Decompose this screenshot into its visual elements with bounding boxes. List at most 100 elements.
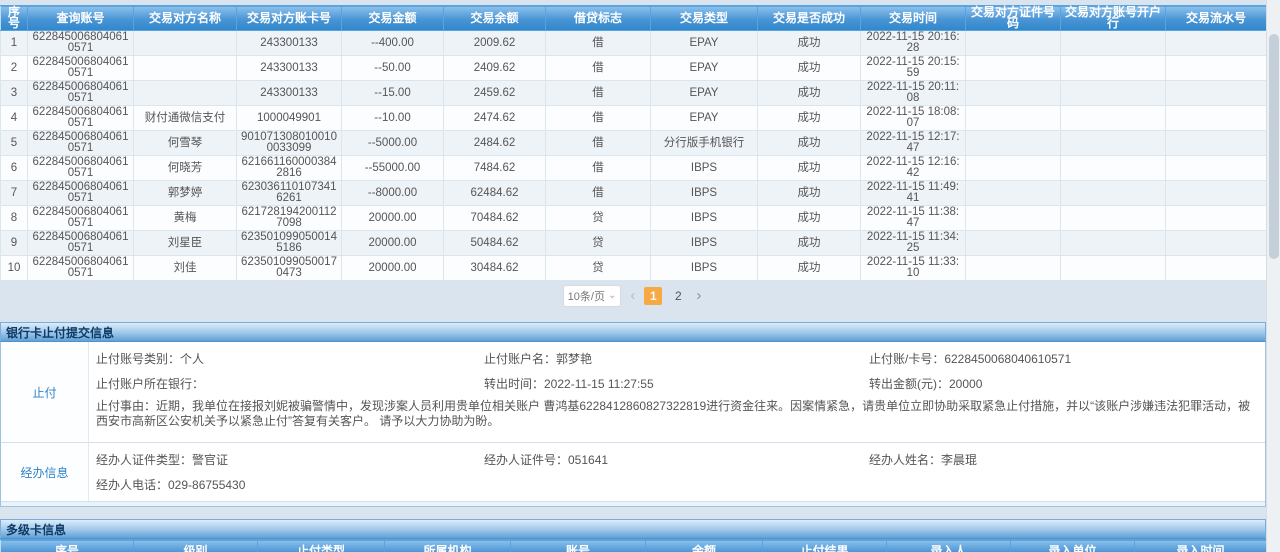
table-row[interactable]: 96228450068040610571刘星臣62350109905001451… (1, 231, 1267, 256)
multi-card-table: 序号级别止付类型所属机构账号余额止付结果录入人录入单位录入时间 1一级第三方止付… (0, 539, 1267, 552)
table-row[interactable]: 66228450068040610571何晓芳62166116000038428… (1, 156, 1267, 181)
column-header[interactable]: 余额 (646, 540, 763, 552)
table-cell: 9 (1, 231, 28, 256)
table-cell: IBPS (651, 156, 758, 181)
column-header[interactable]: 交易是否成功 (758, 6, 861, 31)
table-cell: 7 (1, 181, 28, 206)
table-cell: 郭梦婷 (134, 181, 237, 206)
table-row[interactable]: 26228450068040610571243300133--50.002409… (1, 56, 1267, 81)
prev-page-button[interactable]: ‹ (628, 289, 637, 303)
next-page-button[interactable]: › (694, 289, 703, 303)
table-cell: 6228450068040610571 (28, 256, 134, 281)
table-cell: 6235010990500145186 (237, 231, 342, 256)
column-header[interactable]: 交易时间 (861, 6, 966, 31)
table-row[interactable]: 46228450068040610571财付通微信支付1000049901--1… (1, 106, 1267, 131)
transactions-table: 序号查询账号交易对方名称交易对方账卡号交易金额交易余额借贷标志交易类型交易是否成… (0, 5, 1267, 281)
table-cell: 财付通微信支付 (134, 106, 237, 131)
column-header[interactable]: 录入人 (887, 540, 1011, 552)
table-cell: 7484.62 (444, 156, 546, 181)
stop-payment-panel-body: 止付 止付账号类别：个人止付账户名：郭梦艳止付账/卡号：622845006804… (0, 342, 1266, 507)
column-header[interactable]: 交易类型 (651, 6, 758, 31)
table-cell: 6 (1, 156, 28, 181)
table-cell (1166, 231, 1267, 256)
table-cell: --10.00 (342, 106, 444, 131)
table-cell: 分行版手机银行 (651, 131, 758, 156)
table-cell (1166, 106, 1267, 131)
table-cell: 20000.00 (342, 206, 444, 231)
column-header[interactable]: 级别 (134, 540, 258, 552)
table-cell: 1000049901 (237, 106, 342, 131)
vertical-scrollbar[interactable] (1266, 0, 1280, 552)
table-cell: 成功 (758, 56, 861, 81)
column-header[interactable]: 交易对方账号开户行 (1061, 6, 1166, 31)
table-cell: 6228450068040610571 (28, 156, 134, 181)
page-size-label: 10条/页 (568, 288, 605, 304)
stop-payment-fields-row2: 止付账户所在银行：转出时间：2022-11-15 11:27:55转出金额(元)… (96, 369, 1259, 394)
page-number-1[interactable]: 1 (644, 287, 662, 305)
column-header[interactable]: 所属机构 (385, 540, 511, 552)
form-field: 经办人姓名：李晨琨 (869, 451, 1259, 468)
table-cell: 62484.62 (444, 181, 546, 206)
table-cell (1166, 181, 1267, 206)
table-row[interactable]: 36228450068040610571243300133--15.002459… (1, 81, 1267, 106)
table-cell: 10 (1, 256, 28, 281)
column-header[interactable]: 录入时间 (1135, 540, 1267, 552)
table-cell: 6228450068040610571 (28, 81, 134, 106)
table-cell: 2459.62 (444, 81, 546, 106)
table-cell: 6228450068040610571 (28, 206, 134, 231)
table-cell (134, 81, 237, 106)
column-header[interactable]: 止付类型 (258, 540, 385, 552)
column-header[interactable]: 止付结果 (763, 540, 887, 552)
table-cell: IBPS (651, 181, 758, 206)
column-header[interactable]: 查询账号 (28, 6, 134, 31)
table-cell: 刘佳 (134, 256, 237, 281)
page-number-2[interactable]: 2 (669, 287, 687, 305)
column-header[interactable]: 交易余额 (444, 6, 546, 31)
table-cell: 成功 (758, 181, 861, 206)
table-cell: 2409.62 (444, 56, 546, 81)
table-cell (1166, 156, 1267, 181)
table-row[interactable]: 56228450068040610571何雪琴90107130801001000… (1, 131, 1267, 156)
column-header[interactable]: 借贷标志 (546, 6, 651, 31)
column-header[interactable]: 序号 (1, 6, 28, 31)
table-cell: 成功 (758, 256, 861, 281)
table-row[interactable]: 16228450068040610571243300133--400.00200… (1, 31, 1267, 56)
table-cell: IBPS (651, 206, 758, 231)
form-field: 经办人证件号：051641 (484, 451, 869, 468)
table-cell: 成功 (758, 206, 861, 231)
form-field: 经办人证件类型：警官证 (96, 451, 484, 468)
table-row[interactable]: 86228450068040610571黄梅621728194200112709… (1, 206, 1267, 231)
table-cell: 6230361101073416261 (237, 181, 342, 206)
table-cell: 6217281942001127098 (237, 206, 342, 231)
table-cell (966, 31, 1061, 56)
column-header[interactable]: 序号 (1, 540, 134, 552)
table-cell: 2022-11-15 11:34:25 (861, 231, 966, 256)
stop-payment-section: 止付 止付账号类别：个人止付账户名：郭梦艳止付账/卡号：622845006804… (1, 342, 1265, 442)
table-row[interactable]: 76228450068040610571郭梦婷62303611010734162… (1, 181, 1267, 206)
column-header[interactable]: 录入单位 (1011, 540, 1135, 552)
form-field: 转出时间：2022-11-15 11:27:55 (484, 375, 869, 392)
table-cell: 2022-11-15 20:15:59 (861, 56, 966, 81)
form-field: 止付账号类别：个人 (96, 350, 484, 367)
column-header[interactable]: 交易对方证件号码 (966, 6, 1061, 31)
table-cell: 243300133 (237, 31, 342, 56)
table-cell: 1 (1, 31, 28, 56)
table-cell: 6228450068040610571 (28, 131, 134, 156)
column-header[interactable]: 交易流水号 (1166, 6, 1267, 31)
table-cell: 6228450068040610571 (28, 106, 134, 131)
panel-footer-strip (1, 501, 1265, 506)
table-row[interactable]: 106228450068040610571刘佳62350109905001704… (1, 256, 1267, 281)
scrollbar-thumb[interactable] (1269, 34, 1279, 259)
table-cell: --5000.00 (342, 131, 444, 156)
table-cell: 2022-11-15 20:11:08 (861, 81, 966, 106)
column-header[interactable]: 账号 (511, 540, 646, 552)
multi-card-header-row: 序号级别止付类型所属机构账号余额止付结果录入人录入单位录入时间 (1, 540, 1267, 552)
page-size-select[interactable]: 10条/页 ⌄ (563, 285, 622, 307)
table-cell: 借 (546, 56, 651, 81)
table-cell: 6228450068040610571 (28, 181, 134, 206)
column-header[interactable]: 交易对方账卡号 (237, 6, 342, 31)
agent-fields-row2: 经办人电话：029-86755430 (96, 470, 1259, 495)
column-header[interactable]: 交易金额 (342, 6, 444, 31)
table-cell: 3 (1, 81, 28, 106)
column-header[interactable]: 交易对方名称 (134, 6, 237, 31)
